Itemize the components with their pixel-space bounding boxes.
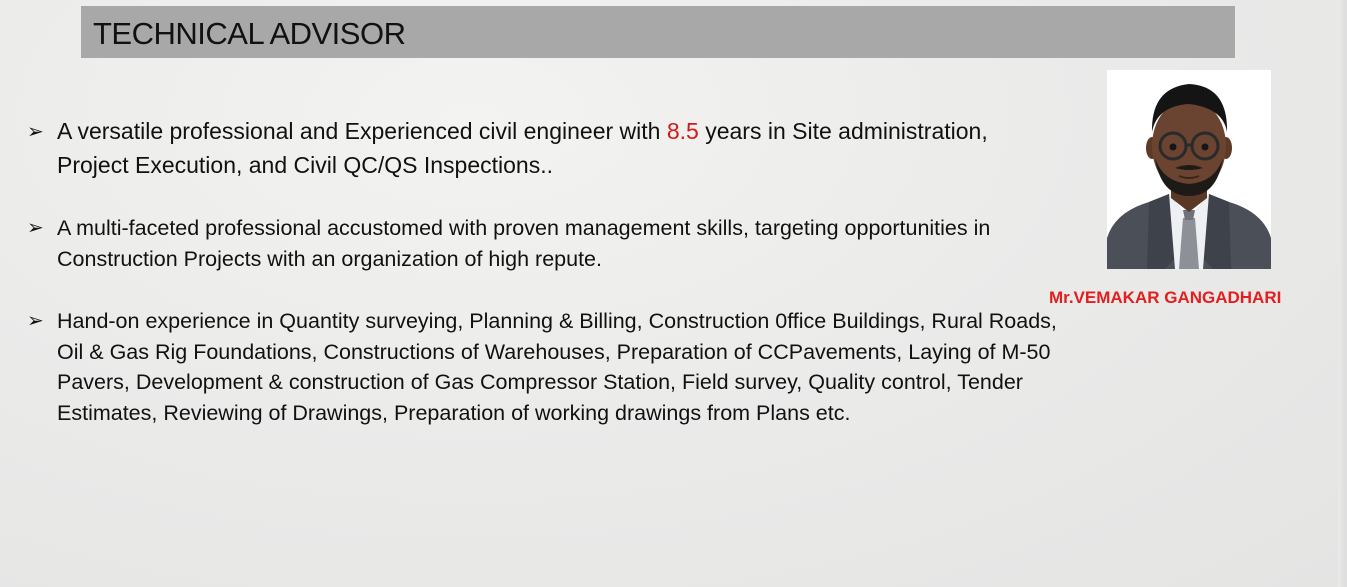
- slide-edge: [1338, 0, 1347, 587]
- bullet-text: A versatile professional and Experienced…: [57, 114, 1057, 182]
- bullet-text-part: A versatile professional and Experienced…: [57, 118, 667, 144]
- portrait-image: [1107, 70, 1271, 269]
- bullet-text: Hand-on experience in Quantity surveying…: [57, 309, 1057, 425]
- bullet-text: A multi-faceted professional accustomed …: [57, 216, 991, 271]
- arrow-bullet-icon: ➢: [27, 310, 44, 332]
- profile-photo: [1107, 70, 1271, 269]
- page-title: TECHNICAL ADVISOR: [93, 16, 406, 51]
- arrow-bullet-icon: ➢: [27, 121, 44, 143]
- slide: TECHNICAL ADVISOR ➢ A versatile professi…: [0, 0, 1347, 587]
- arrow-bullet-icon: ➢: [27, 217, 44, 239]
- years-highlight: 8.5: [666, 118, 699, 144]
- title-bar: TECHNICAL ADVISOR: [81, 6, 1235, 58]
- profile-name: Mr.VEMAKAR GANGADHARI: [1049, 288, 1282, 307]
